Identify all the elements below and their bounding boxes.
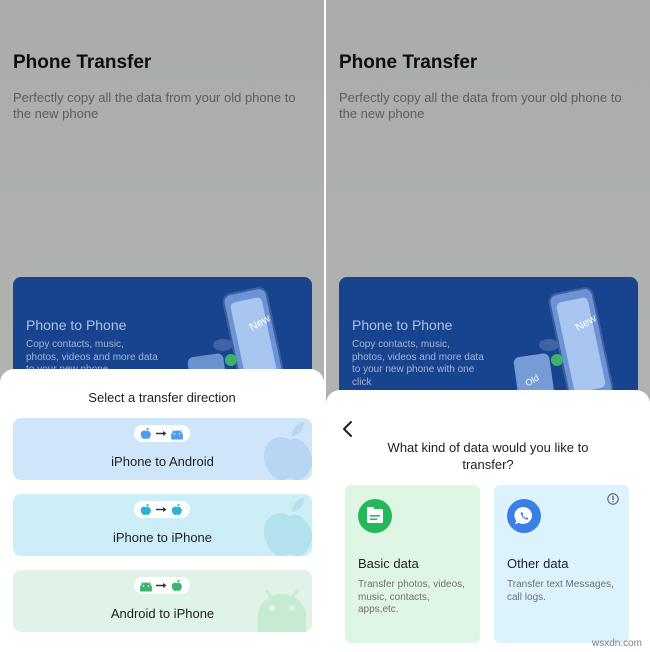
android-to-iphone-option[interactable]: Android to iPhone: [13, 570, 312, 632]
page-title: Phone Transfer: [13, 52, 152, 73]
basic-data-option[interactable]: Basic data Transfer photos, videos, musi…: [345, 485, 480, 643]
iphone-to-iphone-option[interactable]: iPhone to iPhone: [13, 494, 312, 556]
option-label: Android to iPhone: [110, 606, 215, 621]
option-description: Transfer text Messages, call logs.: [507, 579, 614, 603]
direction-badge: [134, 501, 190, 518]
apple-icon: [140, 503, 151, 515]
iphone-to-android-option[interactable]: iPhone to Android: [13, 418, 312, 480]
option-label: iPhone to Android: [111, 454, 214, 469]
left-screen: Phone Transfer Perfectly copy all the da…: [0, 0, 324, 652]
sheet-question: What kind of data would you like to tran…: [387, 440, 589, 472]
apple-icon: [140, 427, 151, 439]
file-icon: [358, 499, 392, 533]
page-subtitle: Perfectly copy all the data from your ol…: [339, 90, 622, 121]
back-arrow-icon[interactable]: [340, 420, 356, 438]
android-icon: [140, 581, 152, 592]
right-screen: Phone Transfer Perfectly copy all the da…: [326, 0, 650, 652]
option-title: Basic data: [358, 556, 419, 571]
option-label: iPhone to iPhone: [112, 530, 213, 545]
banner-title: Phone to Phone: [352, 317, 453, 333]
direction-badge: [134, 425, 190, 442]
apple-watermark-icon: [263, 498, 312, 556]
android-watermark-icon: [258, 589, 306, 632]
option-description: Transfer photos, videos, music, contacts…: [358, 579, 465, 615]
watermark: wsxdn.com: [591, 638, 642, 649]
page-subtitle: Perfectly copy all the data from your ol…: [13, 90, 296, 121]
banner-description: Copy contacts, music, photos, videos and…: [352, 339, 484, 388]
apple-icon: [171, 503, 182, 515]
apple-watermark-icon: [263, 422, 312, 480]
sheet-title: Select a transfer direction: [88, 390, 236, 405]
data-type-sheet: What kind of data would you like to tran…: [326, 390, 650, 652]
banner-title: Phone to Phone: [26, 317, 127, 333]
transfer-direction-sheet: Select a transfer direction iPhone to An…: [0, 369, 324, 652]
apple-icon: [171, 579, 182, 591]
other-data-option[interactable]: Other data Transfer text Messages, call …: [494, 485, 629, 643]
option-title: Other data: [507, 556, 569, 571]
android-icon: [171, 429, 183, 440]
direction-badge: [134, 577, 190, 594]
chat-phone-icon: [507, 499, 541, 533]
page-title: Phone Transfer: [339, 52, 478, 73]
info-icon[interactable]: [607, 493, 619, 505]
